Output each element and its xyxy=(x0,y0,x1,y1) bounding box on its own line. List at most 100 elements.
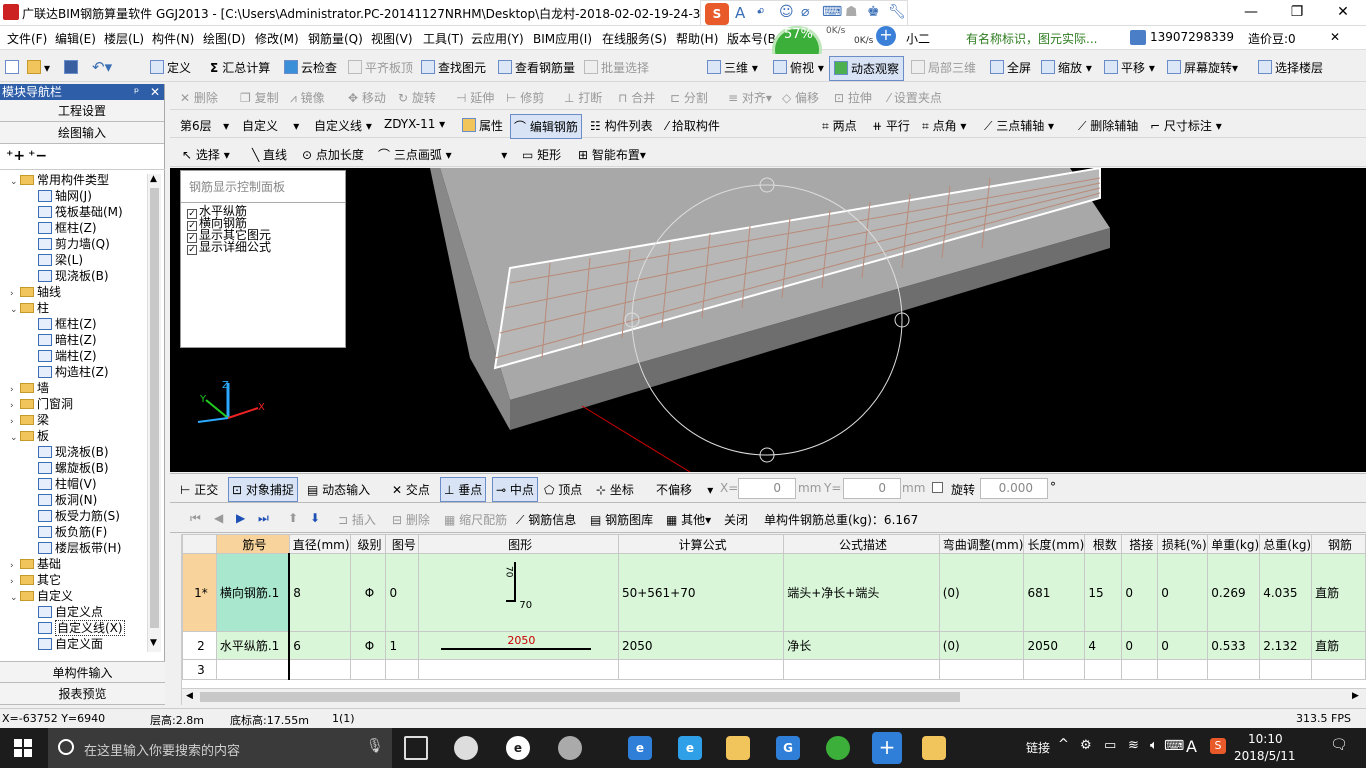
menu-floor[interactable]: 楼层(L) xyxy=(104,30,144,47)
local-3d-button[interactable]: 局部三维 xyxy=(911,59,976,76)
ie-icon[interactable]: e xyxy=(506,736,530,760)
point-length-button[interactable]: ⊙ 点加长度 xyxy=(302,146,364,163)
menu-close-icon[interactable]: ✕ xyxy=(1330,30,1340,44)
next-record-icon[interactable]: ▶ xyxy=(236,511,245,525)
cell-loss[interactable]: 0 xyxy=(1157,553,1209,632)
green-app-icon[interactable] xyxy=(826,736,850,760)
cell-total[interactable]: 2.132 xyxy=(1259,631,1313,660)
mic-icon[interactable]: 🎙︎ xyxy=(366,738,384,754)
scroll-thumb[interactable] xyxy=(150,188,159,628)
grid-hscrollbar[interactable]: ◀ ▶ xyxy=(182,688,1366,705)
edge-icon[interactable]: e xyxy=(628,736,652,760)
collapse-icon[interactable]: ⌄ xyxy=(10,430,20,446)
column-header[interactable]: 图形 xyxy=(418,534,619,554)
tree-folder[interactable]: › 门窗洞 xyxy=(10,396,73,412)
three-d-button[interactable]: 三维 ▾ xyxy=(707,59,758,76)
cell-shape[interactable]: 2050 xyxy=(418,631,619,660)
cell-shape[interactable] xyxy=(418,659,619,680)
tree-folder[interactable]: › 梁 xyxy=(10,412,49,428)
rotate-input[interactable]: 0.000 xyxy=(980,478,1048,499)
tree-item[interactable]: 柱帽(V) xyxy=(38,476,97,492)
cell-grade[interactable]: Φ xyxy=(349,553,387,632)
sogou-tray-icon[interactable]: S xyxy=(1210,738,1226,754)
sub-select[interactable]: 自定义线 ▾ xyxy=(314,117,372,134)
column-header[interactable]: 根数 xyxy=(1084,534,1123,554)
browser-icon[interactable] xyxy=(558,736,582,760)
cell-count[interactable]: 15 xyxy=(1084,553,1123,632)
task-view-icon[interactable] xyxy=(404,736,428,760)
scroll-left-icon[interactable]: ◀ xyxy=(186,691,193,701)
menu-rebar-qty[interactable]: 钢筋量(Q) xyxy=(308,30,363,47)
tray-expand-icon[interactable]: ^ xyxy=(1058,737,1069,752)
voice-icon[interactable]: ⌀ xyxy=(801,4,809,20)
column-header[interactable]: 单重(kg) xyxy=(1207,534,1261,554)
tree-item[interactable]: 现浇板(B) xyxy=(38,268,109,284)
select-button[interactable]: ↖ 选择 ▾ xyxy=(182,146,230,163)
emoji-icon[interactable]: ☺ xyxy=(779,4,794,20)
type-select[interactable]: 自定义 ▾ xyxy=(242,117,299,134)
cell-fig[interactable] xyxy=(385,659,420,680)
drawing-input-button[interactable]: 绘图输入 xyxy=(0,122,164,144)
split-button[interactable]: ⊏ 分割 xyxy=(670,89,708,106)
cell-formula[interactable] xyxy=(617,659,785,680)
delete-button[interactable]: ✕ 删除 xyxy=(180,89,218,106)
parallel-button[interactable]: ⧺ 平行 xyxy=(872,117,910,134)
cell-formula[interactable]: 2050 xyxy=(617,631,785,660)
tree-item[interactable]: 构造柱(Z) xyxy=(38,364,109,380)
cell-lap[interactable] xyxy=(1121,659,1159,680)
mirror-button[interactable]: ⩘ 镜像 xyxy=(290,89,325,106)
tree-item[interactable]: 剪力墙(Q) xyxy=(38,236,110,252)
network-icon[interactable]: ⚙︎ xyxy=(1080,738,1092,753)
new-file-icon[interactable] xyxy=(5,60,22,75)
cell-d[interactable]: 8 xyxy=(288,553,351,632)
cell-no[interactable]: 1* xyxy=(182,553,217,632)
single-component-button[interactable]: 单构件输入 xyxy=(0,661,165,683)
skin-icon[interactable]: ♚ xyxy=(867,4,880,20)
column-header[interactable]: 钢筋 xyxy=(1311,534,1366,554)
open-file-icon[interactable]: ▾ xyxy=(27,60,50,75)
tree-scrollbar[interactable]: ▲ ▼ xyxy=(147,174,161,652)
zoom-button[interactable]: 缩放 ▾ xyxy=(1041,59,1092,76)
cell-fig[interactable]: 1 xyxy=(385,631,420,660)
table-row[interactable]: 1* 横向钢筋.1 8 Φ 0 70 70 50+561+70 端头+净长+端头 (0) 681 15… xyxy=(182,553,1366,632)
account-icon[interactable] xyxy=(1130,30,1146,45)
tree-item[interactable]: 板负筋(F) xyxy=(38,524,107,540)
three-point-axis-button[interactable]: ⟋ 三点辅轴 ▾ xyxy=(984,117,1054,134)
insert-button[interactable]: ⊐ 插入 xyxy=(338,511,376,528)
tree-folder[interactable]: ⌄ 柱 xyxy=(10,300,49,316)
cell-lap[interactable]: 0 xyxy=(1121,631,1159,660)
menu-help[interactable]: 帮助(H) xyxy=(676,30,718,47)
dynamic-view-button[interactable]: 动态观察 xyxy=(829,56,905,81)
column-header[interactable]: 总重(kg) xyxy=(1259,534,1313,554)
cell-len[interactable] xyxy=(1023,659,1086,680)
tree-item[interactable]: 自定义面 xyxy=(38,636,103,652)
find-element-button[interactable]: 查找图元 xyxy=(421,59,486,76)
align-top-button[interactable]: 平齐板顶 xyxy=(348,59,413,76)
collapse-icon[interactable]: ⌄ xyxy=(10,302,20,318)
smart-layout-button[interactable]: ⊞ 智能布置▾ xyxy=(578,146,646,163)
grip-button[interactable]: ⁄ 设置夹点 xyxy=(888,89,942,106)
tree-folder[interactable]: › 其它 xyxy=(10,572,61,588)
column-header[interactable]: 直径(mm) xyxy=(288,534,351,554)
column-header[interactable]: 长度(mm) xyxy=(1023,534,1086,554)
menu-bim[interactable]: BIM应用(I) xyxy=(533,30,592,47)
stretch-button[interactable]: ⊡ 拉伸 xyxy=(834,89,872,106)
delete-row-button[interactable]: ⊟ 删除 xyxy=(392,511,430,528)
tree-folder[interactable]: › 基础 xyxy=(10,556,61,572)
project-settings-button[interactable]: 工程设置 xyxy=(0,100,164,122)
floor-select[interactable]: 第6层 ▾ xyxy=(180,117,229,134)
column-header[interactable]: 级别 xyxy=(349,534,387,554)
point-angle-button[interactable]: ⌗ 点角 ▾ xyxy=(922,117,966,134)
opt-show-formula[interactable]: ✓ 显示详细公式 xyxy=(187,241,271,255)
edit-rebar-button[interactable]: ⌒ 编辑钢筋 xyxy=(510,114,582,139)
last-record-icon[interactable]: ⏭ xyxy=(258,511,269,526)
windows-start-icon[interactable] xyxy=(14,739,32,757)
pick-component-button[interactable]: ⁄ 拾取构件 xyxy=(666,117,720,134)
cell-total[interactable]: 4.035 xyxy=(1259,553,1313,632)
cell-d[interactable]: 6 xyxy=(288,631,351,660)
close-button[interactable]: ✕ xyxy=(1320,0,1366,26)
pan-button[interactable]: 平移 ▾ xyxy=(1104,59,1155,76)
link-label[interactable]: 链接 xyxy=(1026,739,1050,756)
app-pinwheel-icon[interactable] xyxy=(454,736,478,760)
copy-button[interactable]: ❐ 复制 xyxy=(240,89,279,106)
